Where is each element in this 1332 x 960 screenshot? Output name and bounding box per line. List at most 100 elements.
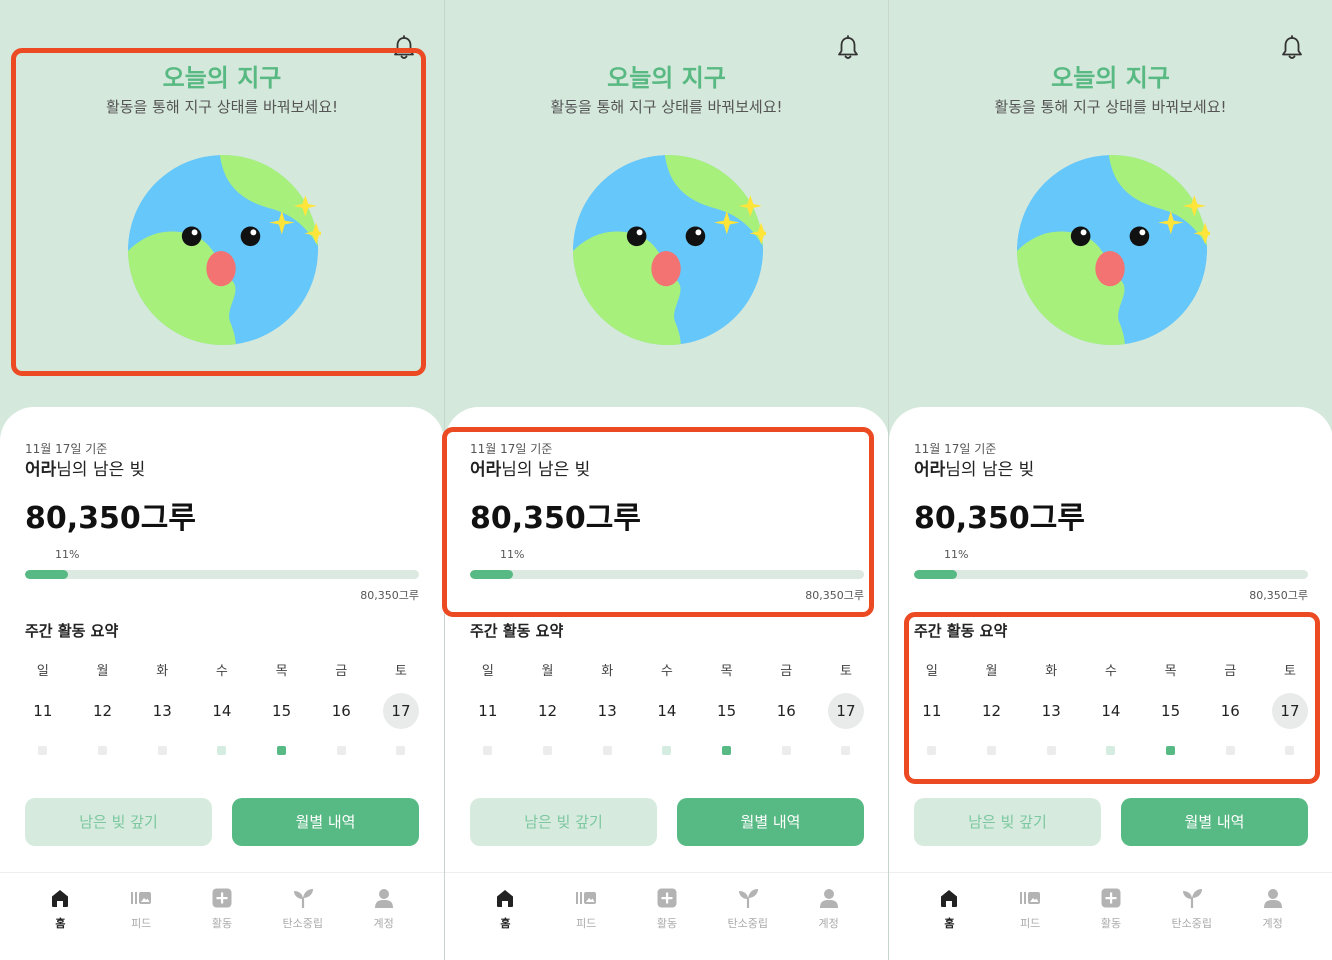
pay-debt-button[interactable]: 남은 빚 갚기 — [25, 798, 212, 846]
week-day[interactable]: 일 11 — [13, 663, 73, 755]
progress-total: 80,350그루 — [805, 589, 864, 602]
tab-sprout[interactable]: 탄소중립 — [1151, 873, 1232, 960]
week-day[interactable]: 수 14 — [192, 663, 252, 755]
week-day[interactable]: 금 16 — [756, 663, 816, 755]
tab-add-activity[interactable]: 활동 — [627, 873, 708, 960]
app-screen: 오늘의 지구 활동을 통해 지구 상태를 바꿔보세요! 11월 17일 기준 어… — [444, 0, 888, 960]
week-day[interactable]: 금 16 — [1200, 663, 1260, 755]
week-day[interactable]: 월 12 — [73, 663, 133, 755]
week-day[interactable]: 화 13 — [577, 663, 637, 755]
week-day[interactable]: 목 15 — [1141, 663, 1201, 755]
tab-home[interactable]: 홈 — [909, 873, 990, 960]
activity-indicator — [543, 746, 553, 755]
tab-feed[interactable]: 피드 — [990, 873, 1071, 960]
date-number[interactable]: 13 — [144, 693, 180, 729]
date-number[interactable]: 12 — [85, 693, 121, 729]
sprout-icon — [292, 887, 314, 909]
page-subtitle: 활동을 통해 지구 상태를 바꿔보세요! — [105, 98, 339, 116]
tab-label: 계정 — [1262, 917, 1283, 930]
week-day[interactable]: 일 11 — [458, 663, 518, 755]
selected-date[interactable]: 17 — [827, 693, 864, 729]
week-day[interactable]: 일 11 — [902, 663, 962, 755]
pay-debt-button[interactable]: 남은 빚 갚기 — [914, 798, 1101, 846]
feed-icon — [130, 887, 152, 909]
date-number[interactable]: 16 — [768, 693, 804, 729]
tab-account[interactable]: 계정 — [343, 873, 424, 960]
week-day[interactable]: 목 15 — [252, 663, 312, 755]
day-of-week-label: 토 — [839, 664, 852, 679]
tab-sprout[interactable]: 탄소중립 — [262, 873, 343, 960]
week-calendar: 일 11 월 12 화 13 수 14 목 15 금 16 토 17 — [902, 663, 1320, 755]
week-day[interactable]: 수 14 — [637, 663, 697, 755]
monthly-history-button[interactable]: 월별 내역 — [232, 798, 419, 846]
remaining-debt-label: 어라님의 남은 빚 — [914, 455, 1034, 480]
tab-sprout[interactable]: 탄소중립 — [707, 873, 788, 960]
week-day[interactable]: 토 17 — [1260, 663, 1320, 755]
day-of-week-label: 일 — [481, 664, 494, 679]
debt-amount: 80,350그루 — [914, 501, 1085, 536]
progress-percent: 11% — [500, 548, 525, 561]
date-number[interactable]: 15 — [709, 693, 745, 729]
user-name: 어라 — [25, 460, 57, 480]
tab-home[interactable]: 홈 — [20, 873, 101, 960]
date-number[interactable]: 13 — [589, 693, 625, 729]
bottom-tab-bar: 홈 피드 활동 탄소중립 계정 — [445, 872, 888, 960]
tab-label: 계정 — [373, 917, 394, 930]
tab-account[interactable]: 계정 — [788, 873, 869, 960]
day-of-week-label: 토 — [394, 664, 407, 679]
activity-indicator — [1106, 746, 1116, 755]
user-name: 어라 — [470, 460, 502, 480]
account-icon — [373, 887, 395, 909]
week-day[interactable]: 토 17 — [371, 663, 431, 755]
feed-icon — [575, 887, 597, 909]
week-day[interactable]: 화 13 — [1021, 663, 1081, 755]
monthly-history-button[interactable]: 월별 내역 — [1121, 798, 1308, 846]
tab-add-activity[interactable]: 활동 — [1071, 873, 1152, 960]
week-day[interactable]: 월 12 — [518, 663, 578, 755]
date-number[interactable]: 12 — [974, 693, 1010, 729]
date-number[interactable]: 16 — [323, 693, 359, 729]
week-day[interactable]: 목 15 — [697, 663, 757, 755]
remaining-debt-label: 어라님의 남은 빚 — [470, 455, 590, 480]
date-number[interactable]: 16 — [1212, 693, 1248, 729]
selected-date[interactable]: 17 — [1271, 693, 1308, 729]
selected-date[interactable]: 17 — [382, 693, 419, 729]
day-of-week-label: 수 — [660, 664, 673, 679]
sprout-icon — [1181, 887, 1203, 909]
date-number[interactable]: 14 — [204, 693, 240, 729]
day-of-week-label: 목 — [720, 664, 733, 679]
tab-home[interactable]: 홈 — [465, 873, 546, 960]
progress-percent: 11% — [55, 548, 80, 561]
date-number[interactable]: 11 — [914, 693, 950, 729]
date-number[interactable]: 11 — [470, 693, 506, 729]
week-day[interactable]: 월 12 — [962, 663, 1022, 755]
pay-debt-button[interactable]: 남은 빚 갚기 — [470, 798, 657, 846]
tab-add-activity[interactable]: 활동 — [182, 873, 263, 960]
bottom-tab-bar: 홈 피드 활동 탄소중립 계정 — [889, 872, 1332, 960]
tab-feed[interactable]: 피드 — [101, 873, 182, 960]
earth-illustration — [127, 154, 321, 346]
week-day[interactable]: 화 13 — [132, 663, 192, 755]
date-number[interactable]: 12 — [530, 693, 566, 729]
day-of-week-label: 수 — [215, 664, 228, 679]
monthly-history-button[interactable]: 월별 내역 — [677, 798, 864, 846]
date-number[interactable]: 14 — [649, 693, 685, 729]
progress-bar-fill — [25, 570, 69, 579]
date-number[interactable]: 15 — [264, 693, 300, 729]
tab-feed[interactable]: 피드 — [546, 873, 627, 960]
weekly-summary-title: 주간 활동 요약 — [914, 622, 1008, 640]
activity-indicator — [336, 746, 346, 755]
tab-label: 피드 — [1020, 917, 1041, 930]
app-screen: 오늘의 지구 활동을 통해 지구 상태를 바꿔보세요! 11월 17일 기준 어… — [0, 0, 444, 960]
week-day[interactable]: 수 14 — [1081, 663, 1141, 755]
date-number[interactable]: 11 — [25, 693, 61, 729]
activity-indicator — [277, 746, 287, 755]
week-day[interactable]: 토 17 — [816, 663, 876, 755]
date-number[interactable]: 15 — [1153, 693, 1189, 729]
week-day[interactable]: 금 16 — [311, 663, 371, 755]
date-number[interactable]: 13 — [1033, 693, 1069, 729]
tab-account[interactable]: 계정 — [1232, 873, 1313, 960]
page-title: 오늘의 지구 — [607, 64, 726, 92]
add-activity-icon — [1100, 887, 1122, 909]
date-number[interactable]: 14 — [1093, 693, 1129, 729]
